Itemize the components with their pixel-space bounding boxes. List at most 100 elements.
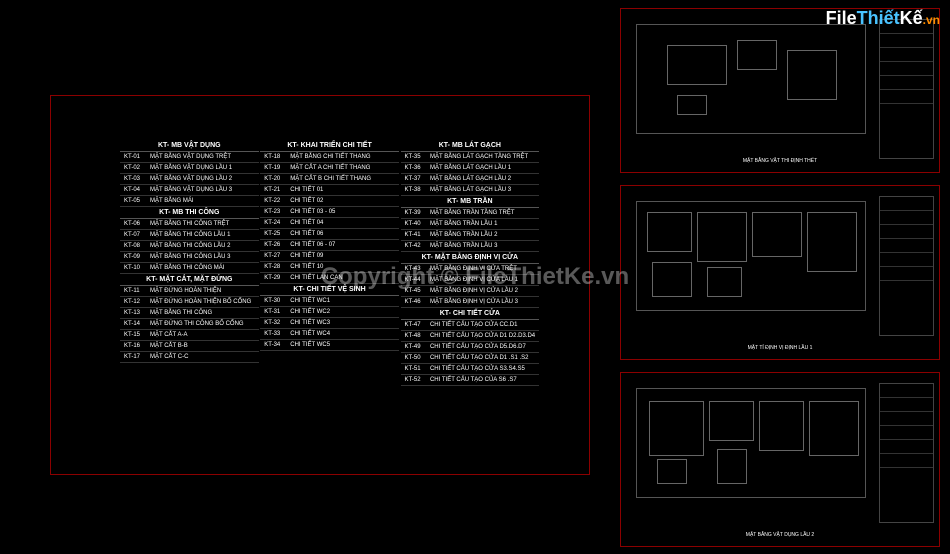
table-row: KT-25CHI TIẾT 06 xyxy=(260,229,399,240)
table-row: KT-29CHI TIẾT LAN CAN xyxy=(260,273,399,284)
table-row: KT-47CHI TIẾT CẤU TẠO CỬA CC.D1 xyxy=(401,320,540,331)
title-block-row xyxy=(880,253,933,267)
watermark-logo: FileThiếtKế.vn xyxy=(826,8,940,29)
drawing-code: KT-21 xyxy=(260,185,286,196)
room xyxy=(709,401,754,441)
title-block-row xyxy=(880,384,933,398)
table-row: KT-03MẶT BẰNG VẬT DỤNG LẦU 2 xyxy=(120,174,259,185)
table-row: KT-36MẶT BẰNG LÁT GẠCH LẦU 1 xyxy=(401,163,540,174)
drawing-code: KT-43 xyxy=(401,264,426,275)
room xyxy=(752,212,802,257)
table-row: KT-32CHI TIẾT WC3 xyxy=(260,318,399,329)
title-block-row xyxy=(880,225,933,239)
drawing-code: KT-06 xyxy=(120,219,146,230)
drawing-name: MẶT CẮT A CHI TIẾT THANG xyxy=(286,163,399,174)
index-column-1: KT- MB VẬT DỤNG KT-01MẶT BẰNG VẬT DỤNG T… xyxy=(120,140,259,363)
drawing-name: CHI TIẾT 03 - 05 xyxy=(286,207,399,218)
drawing-name: MẶT BẰNG THI CÔNG TRỆT xyxy=(146,219,259,230)
drawing-name: MẶT BẰNG ĐỊNH VỊ CỬA LẦU 2 xyxy=(426,286,539,297)
drawing-name: CHI TIẾT WC2 xyxy=(286,307,399,318)
drawing-name: MẶT CẮT C-C xyxy=(146,352,259,363)
table-row: KT-04MẶT BẰNG VẬT DỤNG LẦU 3 xyxy=(120,185,259,196)
table-row: KT-28CHI TIẾT 10 xyxy=(260,262,399,273)
drawing-code: KT-23 xyxy=(260,207,286,218)
title-block xyxy=(879,383,934,523)
drawing-name: CHI TIẾT CẤU TẠO CỬA D1 D2.D3.D4 xyxy=(426,331,539,342)
drawing-name: CHI TIẾT 10 xyxy=(286,262,399,273)
room xyxy=(647,212,692,252)
drawing-name: CHI TIẾT LAN CAN xyxy=(286,273,399,284)
drawing-code: KT-16 xyxy=(120,341,146,352)
drawing-name: CHI TIẾT WC3 xyxy=(286,318,399,329)
table-row: KT-34CHI TIẾT WC5 xyxy=(260,340,399,351)
drawing-name: CHI TIẾT 04 xyxy=(286,218,399,229)
table-row: KT-33CHI TIẾT WC4 xyxy=(260,329,399,340)
title-block-row xyxy=(880,440,933,454)
title-block-row xyxy=(880,48,933,62)
drawing-name: MẶT BẰNG THI CÔNG LẦU 2 xyxy=(146,241,259,252)
title-block-row xyxy=(880,412,933,426)
drawing-name: MẶT ĐỨNG HOÀN THIỆN BỐ CỔNG xyxy=(146,297,259,308)
table-row: KT-31CHI TIẾT WC2 xyxy=(260,307,399,318)
drawing-name: CHI TIẾT WC1 xyxy=(286,296,399,307)
drawing-code: KT-35 xyxy=(401,152,426,163)
drawing-name: MẶT BẰNG LÁT GẠCH LẦU 1 xyxy=(426,163,539,174)
table-row: KT-27CHI TIẾT 09 xyxy=(260,251,399,262)
room xyxy=(807,212,857,272)
title-block xyxy=(879,196,934,336)
room xyxy=(707,267,742,297)
drawing-code: KT-11 xyxy=(120,286,146,297)
drawing-name: MẶT ĐỨNG HOÀN THIỆN xyxy=(146,286,259,297)
table-row: KT-39MẶT BẰNG TRẦN TẦNG TRỆT xyxy=(401,208,540,219)
drawing-name: MẶT BẰNG MÁI xyxy=(146,196,259,207)
room xyxy=(809,401,859,456)
table-row: KT-42MẶT BẰNG TRẦN LẦU 3 xyxy=(401,241,540,252)
drawing-name: CHI TIẾT WC4 xyxy=(286,329,399,340)
drawing-name: MẶT BẰNG TRẦN LẦU 3 xyxy=(426,241,539,252)
drawing-code: KT-17 xyxy=(120,352,146,363)
table-row: KT-06MẶT BẰNG THI CÔNG TRỆT xyxy=(120,219,259,230)
title-block-row xyxy=(880,426,933,440)
drawing-code: KT-05 xyxy=(120,196,146,207)
table-row: KT-11MẶT ĐỨNG HOÀN THIỆN xyxy=(120,286,259,297)
plan-title: MẶT TỈ ĐỊNH VỊ ĐỊNH LẦU 1 xyxy=(748,345,813,351)
drawing-code: KT-34 xyxy=(260,340,286,351)
table-row: KT-18MẶT BẰNG CHI TIẾT THANG xyxy=(260,152,399,163)
title-block xyxy=(879,19,934,159)
title-block-row xyxy=(880,62,933,76)
table-row: KT-43MẶT BẰNG ĐỊNH VỊ CỬA TRỆT xyxy=(401,264,540,275)
title-block-row xyxy=(880,211,933,225)
logo-part-ke: Kế xyxy=(900,8,923,28)
drawing-code: KT-37 xyxy=(401,174,426,185)
drawing-code: KT-13 xyxy=(120,308,146,319)
furniture xyxy=(737,40,777,70)
drawing-name: MẶT BẰNG LÁT GẠCH TẦNG TRỆT xyxy=(426,152,539,163)
table-row: KT-24CHI TIẾT 04 xyxy=(260,218,399,229)
room xyxy=(697,212,747,262)
drawing-code: KT-15 xyxy=(120,330,146,341)
drawing-code: KT-49 xyxy=(401,342,426,353)
drawing-code: KT-01 xyxy=(120,152,146,163)
logo-part-vn: .vn xyxy=(923,13,940,27)
drawing-code: KT-07 xyxy=(120,230,146,241)
drawing-name: MẶT BẰNG TRẦN LẦU 1 xyxy=(426,219,539,230)
drawing-code: KT-31 xyxy=(260,307,286,318)
drawing-code: KT-45 xyxy=(401,286,426,297)
table-row: KT-16MẶT CẮT B-B xyxy=(120,341,259,352)
drawing-name: CHI TIẾT CẤU TẠO CỬA D1 .S1 .S2 xyxy=(426,353,539,364)
title-block-row xyxy=(880,398,933,412)
table-row: KT-48CHI TIẾT CẤU TẠO CỬA D1 D2.D3.D4 xyxy=(401,331,540,342)
table-row: KT-12MẶT ĐỨNG HOÀN THIỆN BỐ CỔNG xyxy=(120,297,259,308)
section-header: KT- CHI TIẾT CỬA xyxy=(401,308,540,320)
drawing-code: KT-14 xyxy=(120,319,146,330)
drawing-name: MẶT ĐỨNG THI CÔNG BỐ CỔNG xyxy=(146,319,259,330)
title-block-row xyxy=(880,76,933,90)
drawing-name: MẶT BẰNG LÁT GẠCH LẦU 3 xyxy=(426,185,539,196)
drawing-code: KT-39 xyxy=(401,208,426,219)
table-row: KT-41MẶT BẰNG TRẦN LẦU 2 xyxy=(401,230,540,241)
room xyxy=(717,449,747,484)
table-row: KT-15MẶT CẮT A-A xyxy=(120,330,259,341)
drawing-name: MẶT CẮT B CHI TIẾT THANG xyxy=(286,174,399,185)
drawing-name: MẶT BẰNG ĐỊNH VỊ CỬA LẦU 3 xyxy=(426,297,539,308)
drawing-name: MẶT CẮT A-A xyxy=(146,330,259,341)
